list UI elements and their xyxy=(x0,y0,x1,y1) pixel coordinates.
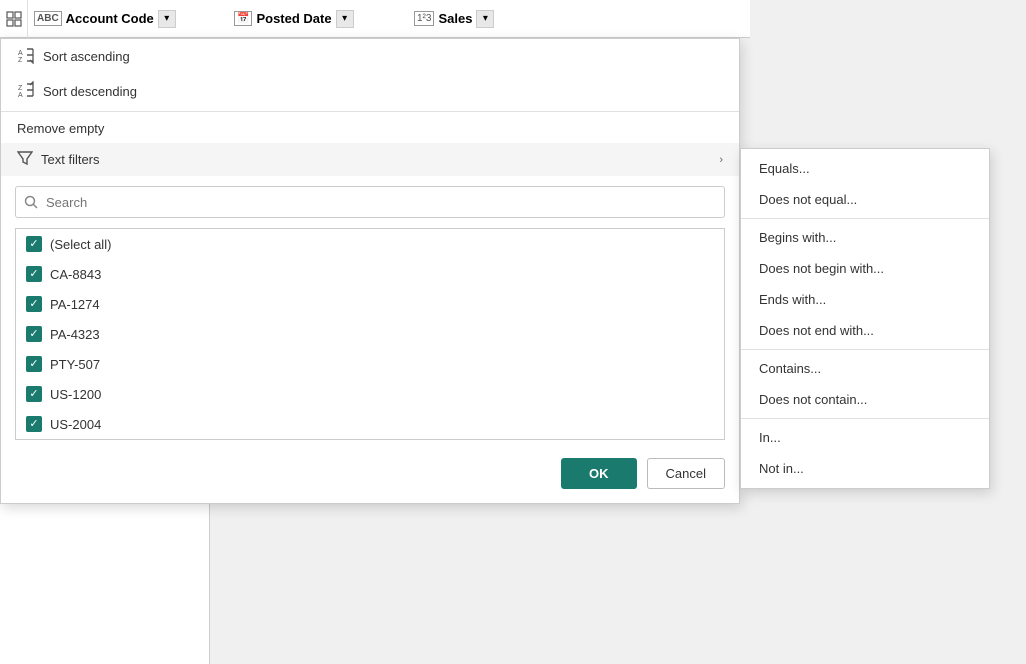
checklist-label-pa4323: PA-4323 xyxy=(50,327,100,342)
checklist-label-pa1274: PA-1274 xyxy=(50,297,100,312)
sort-descending-label: Sort descending xyxy=(43,84,137,99)
posted-date-dropdown-btn[interactable]: ▾ xyxy=(336,10,354,28)
num-type-icon: 1²3 xyxy=(414,11,434,26)
checklist-label-ca8843: CA-8843 xyxy=(50,267,101,282)
submenu-does-not-equal[interactable]: Does not equal... xyxy=(741,184,989,215)
svg-text:A: A xyxy=(18,92,23,99)
text-filters-label: Text filters xyxy=(41,152,100,167)
cancel-button[interactable]: Cancel xyxy=(647,458,725,489)
submenu-divider-1 xyxy=(741,218,989,219)
sort-ascending-item[interactable]: A Z Sort ascending xyxy=(1,39,739,74)
checklist-item-pa4323[interactable]: PA-4323 xyxy=(16,319,724,349)
checklist-item-select-all[interactable]: (Select all) xyxy=(16,229,724,259)
checklist-label-us2004: US-2004 xyxy=(50,417,101,432)
checkbox-pa4323[interactable] xyxy=(26,326,42,342)
checkbox-pa1274[interactable] xyxy=(26,296,42,312)
checklist-label-us1200: US-1200 xyxy=(50,387,101,402)
submenu-equals[interactable]: Equals... xyxy=(741,153,989,184)
checkbox-ca8843[interactable] xyxy=(26,266,42,282)
checklist-item-pty507[interactable]: PTY-507 xyxy=(16,349,724,379)
checkbox-us2004[interactable] xyxy=(26,416,42,432)
submenu-does-not-end-with[interactable]: Does not end with... xyxy=(741,315,989,346)
submenu-divider-3 xyxy=(741,418,989,419)
account-code-col-header: ABC Account Code ▾ xyxy=(28,10,228,28)
chevron-right-icon: › xyxy=(719,154,723,166)
submenu-in[interactable]: In... xyxy=(741,422,989,453)
grid-cell xyxy=(0,0,28,38)
filter-funnel-icon xyxy=(17,150,33,169)
account-code-dropdown-btn[interactable]: ▾ xyxy=(158,10,176,28)
menu-divider-1 xyxy=(1,111,739,112)
remove-empty-label: Remove empty xyxy=(17,121,104,136)
posted-date-label: Posted Date xyxy=(256,11,331,26)
ok-cancel-row: OK Cancel xyxy=(1,450,739,503)
sort-ascending-label: Sort ascending xyxy=(43,49,130,64)
sort-za-icon: Z A xyxy=(17,81,35,102)
remove-empty-item[interactable]: Remove empty xyxy=(1,114,739,143)
account-code-label: Account Code xyxy=(66,11,154,26)
submenu-not-in[interactable]: Not in... xyxy=(741,453,989,484)
checklist-item-us2004[interactable]: US-2004 xyxy=(16,409,724,439)
sort-az-icon: A Z xyxy=(17,46,35,67)
submenu-begins-with[interactable]: Begins with... xyxy=(741,222,989,253)
checklist-item-pa1274[interactable]: PA-1274 xyxy=(16,289,724,319)
checklist-item-ca8843[interactable]: CA-8843 xyxy=(16,259,724,289)
submenu-does-not-contain[interactable]: Does not contain... xyxy=(741,384,989,415)
submenu-ends-with[interactable]: Ends with... xyxy=(741,284,989,315)
posted-date-col-header: 📅 Posted Date ▾ xyxy=(228,10,408,28)
submenu-divider-2 xyxy=(741,349,989,350)
filter-dropdown: A Z Sort ascending Z A Sort descending xyxy=(0,38,740,504)
svg-text:A: A xyxy=(18,50,23,57)
sales-label: Sales xyxy=(438,11,472,26)
checklist-item-us1200[interactable]: US-1200 xyxy=(16,379,724,409)
search-input[interactable] xyxy=(15,186,725,218)
sort-descending-item[interactable]: Z A Sort descending xyxy=(1,74,739,109)
svg-text:Z: Z xyxy=(18,85,23,92)
submenu-contains[interactable]: Contains... xyxy=(741,353,989,384)
text-filters-item[interactable]: Text filters › xyxy=(1,143,739,176)
text-filters-left: Text filters xyxy=(17,150,100,169)
checklist-label-select-all: (Select all) xyxy=(50,237,111,252)
sales-col-header: 1²3 Sales ▾ xyxy=(408,10,528,28)
filter-checklist: (Select all) CA-8843 PA-1274 PA-4323 PTY… xyxy=(15,228,725,440)
ok-button[interactable]: OK xyxy=(561,458,637,489)
cal-type-icon: 📅 xyxy=(234,11,252,26)
submenu-does-not-begin-with[interactable]: Does not begin with... xyxy=(741,253,989,284)
sales-dropdown-btn[interactable]: ▾ xyxy=(476,10,494,28)
full-header-bar: ABC Account Code ▾ 📅 Posted Date ▾ 1²3 S… xyxy=(0,0,750,38)
checkbox-pty507[interactable] xyxy=(26,356,42,372)
svg-text:Z: Z xyxy=(18,57,23,64)
checkbox-us1200[interactable] xyxy=(26,386,42,402)
abc-type-icon: ABC xyxy=(34,11,62,26)
checklist-label-pty507: PTY-507 xyxy=(50,357,100,372)
search-wrap xyxy=(1,176,739,224)
checkbox-select-all[interactable] xyxy=(26,236,42,252)
text-filters-submenu: Equals... Does not equal... Begins with.… xyxy=(740,148,990,489)
